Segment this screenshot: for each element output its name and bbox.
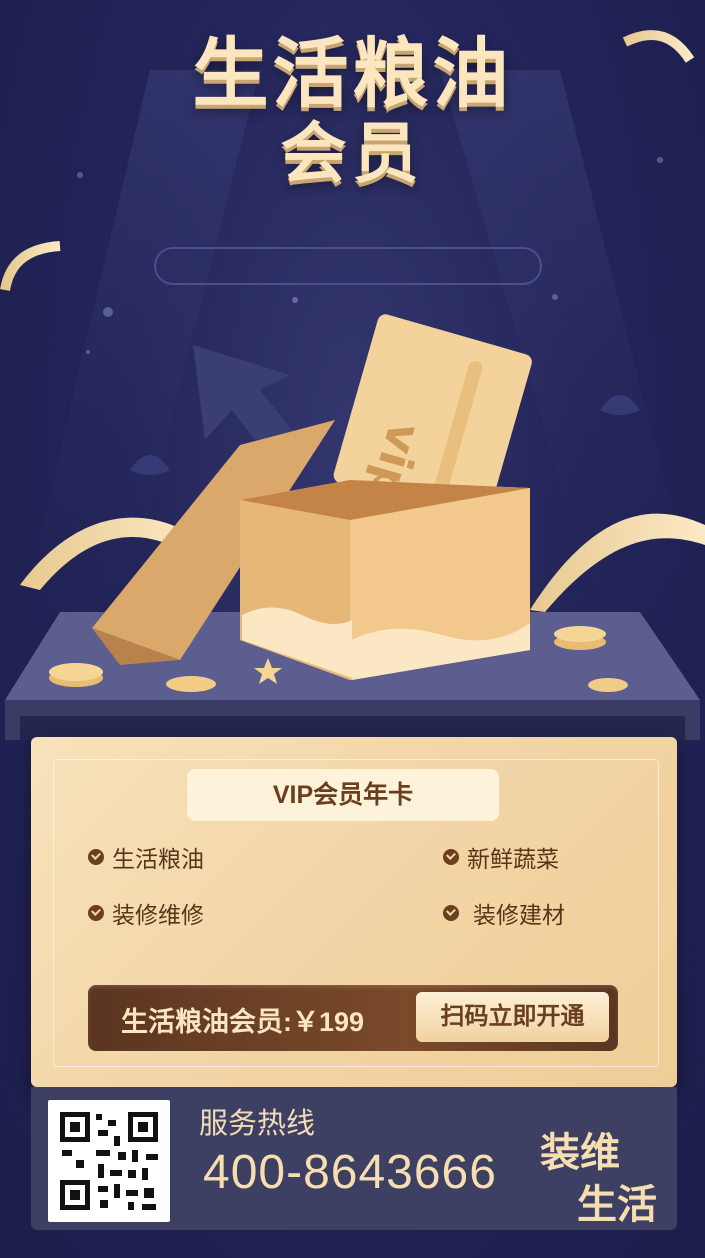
page-subtitle: 会员 <box>280 115 425 192</box>
feature-label: 生活粮油 <box>112 846 204 872</box>
feature-label: 新鲜蔬菜 <box>467 846 559 872</box>
sparkle <box>552 294 558 300</box>
feature-label: 装修建材 <box>473 902 565 928</box>
coin-icon <box>166 676 216 692</box>
qr-code[interactable] <box>48 1100 170 1222</box>
check-icon <box>443 849 459 865</box>
sparkle <box>103 307 113 317</box>
slogan-line1: 装维 <box>540 1131 620 1175</box>
check-icon <box>88 849 104 865</box>
coin-icon <box>49 663 103 681</box>
check-icon <box>88 905 104 921</box>
sparkle <box>86 350 90 354</box>
feature-item: 生活粮油 <box>88 840 204 874</box>
decor-pill <box>154 247 542 285</box>
feature-item: 装修维修 <box>88 896 204 930</box>
coin-icon <box>588 678 628 692</box>
price-label: 生活粮油会员:￥199 <box>121 1007 365 1037</box>
open-membership-button[interactable]: 扫码立即开通 <box>416 992 609 1042</box>
feature-item: 新鲜蔬菜 <box>443 840 559 874</box>
card-tag: VIP会员年卡 <box>187 769 499 821</box>
poster: vip 生活粮油 会员 VIP会员年卡 生活粮油 新鲜蔬菜 装修维修 装修建材 <box>0 0 705 1258</box>
slogan-line2: 生活 <box>577 1183 657 1227</box>
check-icon <box>443 905 459 921</box>
feature-item: 装修建材 <box>443 896 565 930</box>
qr-code-icon <box>60 1112 158 1210</box>
feature-label: 装修维修 <box>112 902 204 928</box>
ribbon-top-left <box>0 241 61 292</box>
coin-icon <box>554 626 606 642</box>
hotline-number[interactable]: 400-8643666 <box>203 1145 497 1200</box>
sparkle <box>292 297 298 303</box>
hotline-label: 服务热线 <box>199 1108 316 1140</box>
